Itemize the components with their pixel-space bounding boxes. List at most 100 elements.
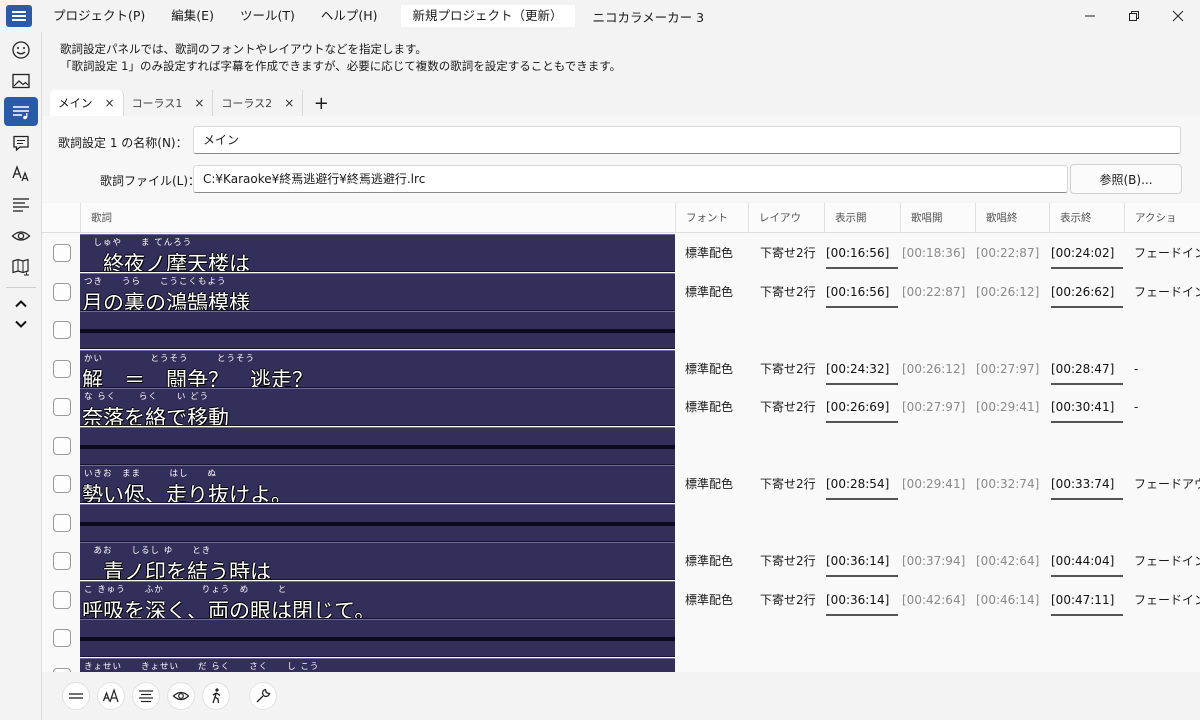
action-cell[interactable]: フェードイン — [1134, 542, 1200, 580]
table-row[interactable]: かい とうそう とうそう解 ＝ 闘争？ 逃走？ 標準配色 下寄せ2行 [00:24:3… — [42, 349, 1200, 388]
lyric-preview-cell[interactable]: つき うら こうこくもよう 月の裏の鴻鵠模様 — [80, 272, 675, 311]
sidebar-item-font[interactable] — [4, 159, 38, 188]
layout-cell[interactable] — [760, 658, 824, 673]
lyric-preview-cell[interactable]: こ きゅう ふか りょう め と呼吸を深く、両の眼は閉じて。 — [80, 580, 675, 619]
lyric-preview-cell[interactable]: あお しるし ゆ とき ＿青ノ印を結う時は — [80, 542, 675, 580]
lyric-preview-cell[interactable]: かい とうそう とうそう解 ＝ 闘争？ 逃走？ — [80, 349, 675, 388]
empty-lyric-cell[interactable] — [80, 503, 675, 542]
preview-button[interactable] — [167, 682, 195, 710]
align-button[interactable] — [132, 682, 160, 710]
font-cell[interactable]: 標準配色 — [685, 388, 749, 426]
row-checkbox[interactable] — [53, 590, 71, 609]
sidebar-item-lyrics[interactable] — [4, 97, 38, 126]
show-end-cell[interactable]: [00:33:74] — [1051, 465, 1127, 503]
sing-start-cell[interactable]: [00:18:36] — [902, 234, 976, 272]
tab-close-icon[interactable]: × — [194, 96, 204, 110]
column-header-lyrics[interactable]: 歌詞 — [80, 203, 675, 233]
sing-start-cell[interactable]: [00:27:97] — [902, 388, 976, 426]
empty-lyric-cell[interactable] — [80, 619, 675, 657]
font-cell[interactable]: 標準配色 — [685, 234, 749, 272]
sing-end-cell[interactable]: [00:22:87] — [976, 234, 1050, 272]
empty-lyric-cell[interactable] — [80, 426, 675, 465]
scroll-down-button[interactable] — [4, 314, 38, 334]
close-button[interactable] — [1156, 0, 1200, 32]
font-cell[interactable]: 標準配色 — [685, 581, 749, 619]
column-header-font[interactable]: フォント — [675, 203, 748, 233]
column-header-layout[interactable]: レイアウ — [748, 203, 824, 233]
layout-cell[interactable]: 下寄せ2行 — [760, 542, 824, 580]
font-cell[interactable] — [685, 658, 749, 673]
layout-cell[interactable]: 下寄せ2行 — [760, 350, 824, 388]
font-cell[interactable]: 標準配色 — [685, 465, 749, 503]
empty-lyric-cell[interactable] — [80, 311, 675, 349]
sing-end-cell[interactable]: [00:42:64] — [976, 542, 1050, 580]
layout-cell[interactable]: 下寄せ2行 — [760, 465, 824, 503]
action-cell[interactable]: フェードイン — [1134, 273, 1200, 311]
action-cell[interactable]: - — [1134, 350, 1200, 388]
sing-end-cell[interactable]: [00:26:12] — [976, 273, 1050, 311]
minimize-button[interactable] — [1068, 0, 1112, 32]
table-row[interactable]: きょせい きょせい だ らく さく し こう — [42, 657, 1200, 673]
motion-button[interactable] — [202, 682, 230, 710]
font-cell[interactable]: 標準配色 — [685, 350, 749, 388]
table-row[interactable] — [42, 311, 1200, 349]
table-row[interactable]: あお しるし ゆ とき ＿青ノ印を結う時は 標準配色 下寄せ2行 [00:36:14][… — [42, 542, 1200, 580]
show-end-cell[interactable]: [00:26:62] — [1051, 273, 1127, 311]
column-header-sing-start[interactable]: 歌唱開 — [900, 203, 975, 233]
action-cell[interactable] — [1134, 658, 1200, 673]
row-checkbox[interactable] — [53, 321, 71, 339]
menu-edit[interactable]: 編集(E) — [158, 0, 227, 32]
show-start-cell[interactable]: [00:16:56] — [826, 234, 902, 272]
sing-end-cell[interactable]: [00:27:97] — [976, 350, 1050, 388]
table-row[interactable]: こ きゅう ふか りょう め と呼吸を深く、両の眼は閉じて。 標準配色 下寄せ2行[… — [42, 580, 1200, 619]
show-start-cell[interactable]: [00:26:69] — [826, 388, 902, 426]
sidebar-item-smiley[interactable] — [4, 35, 38, 64]
settings-button[interactable] — [249, 682, 277, 710]
show-end-cell[interactable]: [00:47:11] — [1051, 581, 1127, 619]
sing-end-cell[interactable]: [00:29:41] — [976, 388, 1050, 426]
layout-cell[interactable]: 下寄せ2行 — [760, 388, 824, 426]
show-end-cell[interactable]: [00:44:04] — [1051, 542, 1127, 580]
font-size-button[interactable] — [97, 682, 125, 710]
show-start-cell[interactable]: [00:24:32] — [826, 350, 902, 388]
layout-cell[interactable]: 下寄せ2行 — [760, 581, 824, 619]
show-start-cell[interactable] — [826, 658, 902, 673]
show-start-cell[interactable]: [00:16:56] — [826, 273, 902, 311]
sidebar-item-comment[interactable] — [4, 128, 38, 157]
file-input[interactable]: C:¥Karaoke¥終焉逃避行¥終焉逃避行.lrc — [193, 165, 1068, 193]
table-row[interactable]: つき うら こうこくもよう 月の裏の鴻鵠模様 標準配色 下寄せ2行 [00:16:56]… — [42, 272, 1200, 311]
row-checkbox[interactable] — [53, 359, 71, 378]
table-row[interactable] — [42, 503, 1200, 542]
tab-chorus-1[interactable]: コーラス1 × — [124, 90, 214, 116]
scroll-up-button[interactable] — [4, 294, 38, 314]
sidebar-item-image[interactable] — [4, 66, 38, 95]
action-cell[interactable]: フェードイン — [1134, 581, 1200, 619]
table-row[interactable] — [42, 619, 1200, 657]
show-start-cell[interactable]: [00:36:14] — [826, 581, 902, 619]
sing-start-cell[interactable]: [00:22:87] — [902, 273, 976, 311]
column-header-action[interactable]: アクショ — [1124, 203, 1200, 233]
sing-end-cell[interactable] — [976, 658, 1050, 673]
show-end-cell[interactable] — [1051, 658, 1127, 673]
tab-chorus-2[interactable]: コーラス2 × — [213, 90, 304, 116]
restore-button[interactable] — [1112, 0, 1156, 32]
column-header-show-start[interactable]: 表示開 — [824, 203, 900, 233]
sing-start-cell[interactable]: [00:37:94] — [902, 542, 976, 580]
show-end-cell[interactable]: [00:28:47] — [1051, 350, 1127, 388]
lyric-preview-cell[interactable]: きょせい きょせい だ らく さく し こう — [80, 657, 675, 672]
tab-close-icon[interactable]: × — [105, 96, 115, 110]
show-start-cell[interactable]: [00:36:14] — [826, 542, 902, 580]
sing-start-cell[interactable]: [00:26:12] — [902, 350, 976, 388]
action-cell[interactable]: フェードアウ — [1134, 465, 1200, 503]
add-tab-button[interactable]: + — [303, 90, 339, 116]
table-row[interactable]: いきお まま はし ぬ勢い侭、走り抜けよ。 標準配色 下寄せ2行 [00:28:54]… — [42, 465, 1200, 503]
name-input[interactable]: メイン — [193, 126, 1181, 154]
table-row[interactable]: しゅや ま てんろう ＿終夜ノ摩天楼は 標準配色 下寄せ2行 [00:16:56] [00… — [42, 234, 1200, 272]
sing-start-cell[interactable]: [00:29:41] — [902, 465, 976, 503]
tab-close-icon[interactable]: × — [284, 96, 294, 110]
browse-button[interactable]: 参照(B)... — [1070, 164, 1182, 194]
show-end-cell[interactable]: [00:30:41] — [1051, 388, 1127, 426]
row-checkbox[interactable] — [53, 398, 71, 416]
sing-start-cell[interactable] — [902, 658, 976, 673]
column-header-show-end[interactable]: 表示終 — [1049, 203, 1124, 233]
